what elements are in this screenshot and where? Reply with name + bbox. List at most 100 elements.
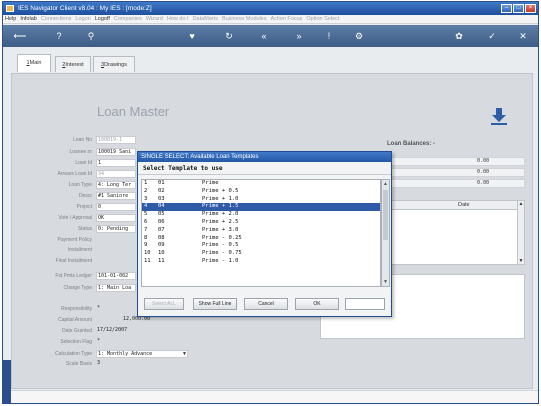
tab-drawings[interactable]: 3Drawings [93, 56, 135, 72]
download-icon[interactable] [490, 106, 508, 126]
status-bar [11, 390, 538, 403]
field-value[interactable]: 1: Main Loa [96, 284, 136, 292]
template-desc: Prime + 1.5 [202, 203, 239, 210]
info-icon[interactable]: ! [323, 30, 335, 42]
field-value[interactable]: 4: Long Ter [96, 181, 136, 189]
template-row[interactable]: 6 06 Prime + 2.5 [142, 219, 380, 227]
scroll-up-icon[interactable]: ▲ [382, 180, 389, 188]
close-button[interactable]: × [525, 4, 536, 13]
template-idx: 11 [144, 257, 151, 264]
field-value[interactable]: 1: Monthly Advance [96, 350, 188, 358]
template-row[interactable]: 11 11 Prime - 1.0 [142, 258, 380, 266]
minimize-button[interactable]: – [501, 4, 512, 13]
template-list[interactable]: 1 01 Prime 2 02 Prime + 0.5 3 03 Prime + 1.0 4 04 P… [141, 179, 381, 287]
menu-item[interactable]: Wizard [144, 15, 165, 23]
scroll-down-icon[interactable]: ▼ [518, 258, 524, 264]
field-value[interactable]: 3 [96, 360, 186, 368]
template-idx: 3 [144, 195, 148, 202]
menu-item[interactable]: Logoff [93, 15, 112, 23]
back-arrow-icon[interactable]: ⟵ [9, 30, 31, 42]
help-icon[interactable]: ? [53, 30, 65, 42]
template-row[interactable]: 3 03 Prime + 1.0 [142, 196, 380, 204]
rewind-icon[interactable]: « [258, 30, 270, 42]
menu-item[interactable]: Action Focus [269, 15, 305, 23]
scroll-down-icon[interactable]: ▼ [382, 278, 389, 286]
menu-item[interactable]: Connections [39, 15, 74, 23]
field-value[interactable]: OK [96, 214, 136, 222]
toolbar: ⟵ ? ⚲ ♥ ↻ « » ! ⚙ ✿ ✓ ✕ [3, 25, 538, 47]
tab-interest-label: Interest [65, 62, 84, 68]
template-row[interactable]: 1 01 Prime [142, 180, 380, 188]
gear-icon[interactable]: ✿ [453, 30, 465, 42]
search-icon[interactable]: ⚲ [85, 30, 97, 42]
menu-item[interactable]: Help [3, 15, 18, 23]
menu-item[interactable]: Option Select [304, 15, 341, 23]
scroll-up-icon[interactable]: ▲ [518, 201, 524, 207]
cancel-button[interactable]: Cancel [244, 298, 288, 310]
menu-item[interactable]: Business Modules [220, 15, 269, 23]
forward-icon[interactable]: » [293, 30, 305, 42]
drawings-table[interactable]: Date ▲ ▼ [387, 200, 525, 265]
field-label: Installment [67, 247, 92, 253]
field-label: Loanee nr [69, 149, 92, 155]
cancel-icon[interactable]: ✕ [517, 30, 529, 42]
field-value[interactable]: 17/12/2007 [96, 327, 186, 335]
menu-item[interactable]: Logon [73, 15, 92, 23]
template-row[interactable]: 7 07 Prime + 3.0 [142, 227, 380, 235]
template-idx: 2 [144, 187, 148, 194]
search-input[interactable] [345, 298, 385, 310]
tab-main-label: Main [29, 60, 42, 66]
field-label: Descr [78, 193, 92, 199]
tab-main[interactable]: 1Main [17, 54, 51, 72]
template-row[interactable]: 4 04 Prime + 1.5 [142, 203, 380, 212]
heart-icon[interactable]: ♥ [186, 30, 198, 42]
template-row[interactable]: 10 10 Prime - 0.75 [142, 250, 380, 258]
field-label: Loan Id [75, 160, 92, 166]
field-value[interactable]: 0: Pending [96, 225, 136, 233]
field-label: Status [77, 226, 92, 232]
dialog-title: SINGLE SELECT: Available Loan Templates [138, 152, 391, 162]
menu-item[interactable]: How do I [165, 15, 191, 23]
field-value[interactable]: * [96, 338, 186, 346]
field-label: Vote / Approval [58, 215, 92, 221]
maximize-button[interactable]: □ [513, 4, 524, 13]
field-value[interactable]: 100019-1 [96, 136, 136, 144]
scroll-thumb[interactable] [383, 190, 388, 240]
template-desc: Prime - 0.25 [202, 234, 242, 241]
field-value[interactable]: 34 [96, 170, 136, 178]
side-panel-handle[interactable] [3, 360, 11, 403]
show-full-line-button[interactable]: Show Full Line [193, 298, 237, 310]
select-all-button[interactable]: Select ALL [144, 298, 184, 310]
check-icon[interactable]: ✓ [486, 30, 498, 42]
template-row[interactable]: 8 08 Prime - 0.25 [142, 235, 380, 243]
field-value[interactable]: 0 [96, 203, 136, 211]
refresh-icon[interactable]: ↻ [223, 30, 235, 42]
field-value[interactable]: #1 Saniore [96, 192, 136, 200]
settings-icon[interactable]: ⚙ [353, 30, 365, 42]
table-scrollbar[interactable]: ▲ ▼ [517, 201, 524, 264]
list-scrollbar[interactable]: ▲ ▼ [381, 179, 390, 287]
template-row[interactable]: 2 02 Prime + 0.5 [142, 188, 380, 196]
menu-item[interactable]: DataMarts [191, 15, 220, 23]
template-idx: 9 [144, 242, 148, 249]
field-value[interactable]: 100019 Sani [96, 148, 136, 156]
dropdown-arrow-icon[interactable]: ▼ [182, 351, 187, 357]
field-value[interactable]: 12,000.00 [122, 316, 212, 324]
template-code: 10 [158, 250, 165, 257]
field-value[interactable]: 101-01-002 [96, 272, 136, 280]
template-idx: 4 [144, 203, 148, 210]
field-value[interactable]: 1 [96, 159, 136, 167]
menu-item[interactable]: Infolab [18, 15, 39, 23]
tab-interest[interactable]: 2Interest [55, 56, 91, 72]
template-row[interactable]: 9 09 Prime - 0.5 [142, 242, 380, 250]
template-desc: Prime + 1.0 [202, 195, 239, 202]
menu-bar: Help Infolab Connections Logon Logoff Compani… [3, 15, 538, 24]
template-code: 05 [158, 211, 165, 218]
field-label: Selection Flag [60, 339, 92, 345]
ok-button[interactable]: OK [295, 298, 339, 310]
template-desc: Prime + 2.0 [202, 211, 239, 218]
template-code: 03 [158, 195, 165, 202]
field-label: Responsibility [61, 306, 92, 312]
template-row[interactable]: 5 05 Prime + 2.0 [142, 211, 380, 219]
menu-item[interactable]: Companies [112, 15, 144, 23]
